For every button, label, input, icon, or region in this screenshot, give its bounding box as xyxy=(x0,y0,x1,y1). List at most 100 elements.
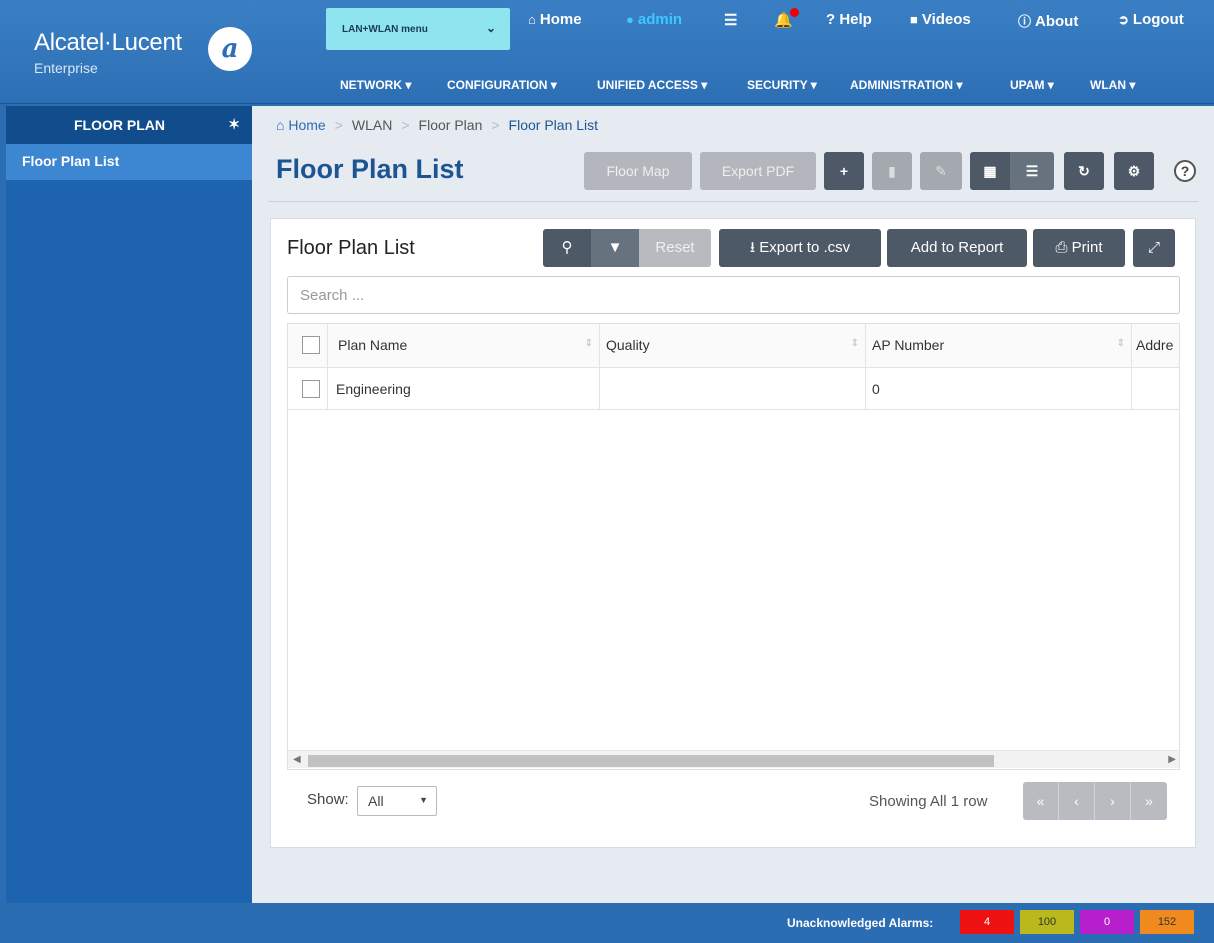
top-links: ⌂ Home ● admin ☰ 🔔 ? Help ■ Videos ⓘ About ➲… xyxy=(528,8,1200,31)
page-title: Floor Plan List xyxy=(276,154,464,184)
floor-plan-table: Plan Name ⇕ Quality ⇕ AP Number ⇕ Addre Eng… xyxy=(287,323,1180,770)
col-address-label: Addre xyxy=(1136,337,1174,353)
refresh-icon[interactable]: ↻ xyxy=(1064,152,1104,190)
menu-view-select[interactable]: LAN+WLAN menu ⌄ xyxy=(326,8,510,50)
home-link[interactable]: ⌂ Home xyxy=(528,11,582,28)
breadcrumb-separator: > xyxy=(401,117,410,133)
nav-security-label: SECURITY xyxy=(747,78,808,92)
breadcrumb-separator: > xyxy=(334,117,343,133)
breadcrumb-home[interactable]: ⌂ Home xyxy=(276,117,326,133)
col-quality[interactable]: Quality ⇕ xyxy=(600,324,866,367)
show-label: Show: xyxy=(307,791,349,808)
search-toggle-icon[interactable]: ⚲ xyxy=(543,229,591,267)
nav-unified-access[interactable]: UNIFIED ACCESS ▾ xyxy=(597,78,707,92)
col-plan-name[interactable]: Plan Name ⇕ xyxy=(328,324,600,367)
reset-button[interactable]: Reset xyxy=(639,229,711,267)
breadcrumb-wlan[interactable]: WLAN xyxy=(352,117,392,133)
select-all-cell xyxy=(288,324,328,367)
alarm-major-badge[interactable]: 100 xyxy=(1020,910,1074,934)
search-input[interactable] xyxy=(287,276,1180,314)
user-link-label: admin xyxy=(637,11,683,28)
scrollbar-thumb[interactable] xyxy=(308,755,994,767)
brand-sub: Enterprise xyxy=(34,60,98,76)
nav-configuration-label: CONFIGURATION xyxy=(447,78,548,92)
filter-icon[interactable]: ▼ xyxy=(591,229,639,267)
cell-ap-number: 0 xyxy=(866,368,1132,409)
export-pdf-button[interactable]: Export PDF xyxy=(700,152,816,190)
videos-link[interactable]: ■ Videos xyxy=(910,11,971,28)
export-csv-button[interactable]: ⭳ Export to .csv xyxy=(719,229,881,267)
print-icon: ⎙ xyxy=(1055,239,1068,256)
logout-link[interactable]: ➲ Logout xyxy=(1118,11,1184,28)
col-ap-number[interactable]: AP Number ⇕ xyxy=(866,324,1132,367)
videos-link-label: Videos xyxy=(921,11,971,28)
home-icon: ⌂ xyxy=(276,117,285,133)
nav-security[interactable]: SECURITY ▾ xyxy=(747,78,817,92)
add-icon[interactable]: + xyxy=(824,152,864,190)
list-view-icon[interactable]: ☰ xyxy=(1010,152,1054,190)
alarms-label: Unacknowledged Alarms: xyxy=(787,916,934,930)
alarm-bell-icon[interactable]: 🔔 xyxy=(774,8,799,29)
sidebar-item-floor-plan-list[interactable]: Floor Plan List xyxy=(6,144,252,180)
edit-icon[interactable]: ✎ xyxy=(920,152,962,190)
nav-wlan-label: WLAN xyxy=(1090,78,1126,92)
brand-name: Alcatel·Lucent xyxy=(34,29,182,56)
select-all-checkbox[interactable] xyxy=(302,336,320,354)
home-icon: ⌂ xyxy=(528,12,536,27)
print-button[interactable]: ⎙ Print xyxy=(1033,229,1125,267)
nav-upam-label: UPAM xyxy=(1010,78,1045,92)
row-count-text: Showing All 1 row xyxy=(869,793,988,810)
sidebar-header: FLOOR PLAN ✶ xyxy=(6,106,252,144)
horizontal-scrollbar[interactable]: ◀ ▶ xyxy=(288,750,1179,768)
list-icon[interactable]: ☰ xyxy=(724,11,737,29)
scroll-left-icon[interactable]: ◀ xyxy=(293,754,301,765)
sort-icon: ⇕ xyxy=(584,338,593,349)
nav-configuration[interactable]: CONFIGURATION ▾ xyxy=(447,78,557,92)
prev-page-icon[interactable]: ‹ xyxy=(1059,782,1095,820)
cell-address xyxy=(1132,368,1179,409)
row-checkbox[interactable] xyxy=(302,380,320,398)
breadcrumb-floor-plan[interactable]: Floor Plan xyxy=(419,117,483,133)
settings-icon[interactable]: ⚙ xyxy=(1114,152,1154,190)
alarm-critical-badge[interactable]: 4 xyxy=(960,910,1014,934)
next-page-icon[interactable]: › xyxy=(1095,782,1131,820)
nav-wlan[interactable]: WLAN ▾ xyxy=(1090,78,1135,92)
about-link-label: About xyxy=(1035,13,1079,30)
sidebar: FLOOR PLAN ✶ Floor Plan List xyxy=(6,106,252,903)
main-content: ⌂ Home > WLAN > Floor Plan > Floor Plan List F… xyxy=(252,106,1214,903)
breadcrumb-separator: > xyxy=(491,117,500,133)
nav-network[interactable]: NETWORK ▾ xyxy=(340,78,411,92)
help-link[interactable]: ? Help xyxy=(826,11,872,28)
col-address[interactable]: Addre xyxy=(1132,324,1179,367)
grid-view-icon[interactable]: ▦ xyxy=(970,152,1010,190)
last-page-icon[interactable]: » xyxy=(1131,782,1167,820)
expand-icon[interactable]: ⤢ xyxy=(1133,229,1175,267)
nav-upam[interactable]: UPAM ▾ xyxy=(1010,78,1054,92)
scroll-right-icon[interactable]: ▶ xyxy=(1168,754,1176,765)
cell-quality xyxy=(600,368,866,409)
table-row[interactable]: Engineering 0 xyxy=(288,368,1179,410)
floor-map-button[interactable]: Floor Map xyxy=(584,152,692,190)
company-logo: Alcatel·Lucent Enterprise xyxy=(34,30,182,77)
alarm-indicator xyxy=(789,8,799,17)
page-size-select[interactable]: All ▼ xyxy=(357,786,437,816)
add-to-report-button[interactable]: Add to Report xyxy=(887,229,1027,267)
page-size-value: All xyxy=(368,793,384,809)
delete-icon[interactable]: ▮ xyxy=(872,152,912,190)
nav-unified-access-label: UNIFIED ACCESS xyxy=(597,78,698,92)
export-csv-label: Export to .csv xyxy=(759,239,851,256)
status-bar: Unacknowledged Alarms: 4 100 0 152 xyxy=(0,903,1214,943)
print-label: Print xyxy=(1071,239,1103,256)
first-page-icon[interactable]: « xyxy=(1023,782,1059,820)
logout-icon: ➲ xyxy=(1118,12,1129,27)
help-icon[interactable]: ? xyxy=(1174,160,1196,182)
card-title: Floor Plan List xyxy=(287,237,415,259)
video-camera-icon: ■ xyxy=(910,12,918,27)
alarm-warning-badge[interactable]: 152 xyxy=(1140,910,1194,934)
user-link[interactable]: ● admin xyxy=(626,11,682,28)
nav-administration[interactable]: ADMINISTRATION ▾ xyxy=(850,78,962,92)
alarm-minor-badge[interactable]: 0 xyxy=(1080,910,1134,934)
about-link[interactable]: ⓘ About xyxy=(1018,11,1078,30)
col-quality-label: Quality xyxy=(606,337,650,353)
pin-icon[interactable]: ✶ xyxy=(228,116,240,133)
